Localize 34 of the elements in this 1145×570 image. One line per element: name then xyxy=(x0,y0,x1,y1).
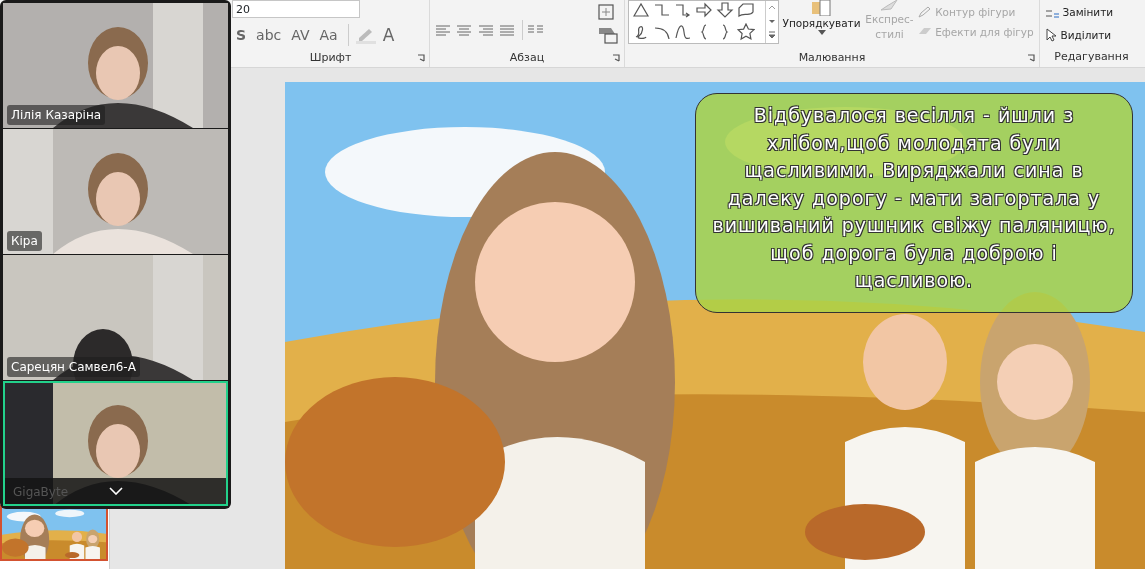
convert-smartart-icon[interactable] xyxy=(596,26,619,45)
font-format-button[interactable]: abc xyxy=(252,24,286,45)
connector-arrow-icon[interactable] xyxy=(673,1,692,19)
star-icon[interactable] xyxy=(736,23,755,41)
group-label: Абзац xyxy=(509,50,545,66)
dialog-launcher-icon[interactable] xyxy=(417,54,425,62)
video-tile[interactable]: Кіра xyxy=(3,129,228,254)
participant-name: Сарецян Самвел6-А xyxy=(7,357,140,377)
participant-name: Кіра xyxy=(7,231,42,251)
dialog-launcher-icon[interactable] xyxy=(1027,54,1035,62)
flowchart-shape-icon[interactable] xyxy=(736,1,755,19)
participant-name: Лілія Казаріна xyxy=(7,105,106,125)
dialog-launcher-icon[interactable] xyxy=(612,54,620,62)
select-button[interactable]: Виділити xyxy=(1042,25,1143,45)
triangle-icon[interactable] xyxy=(631,1,650,19)
group-label: Редагування xyxy=(1054,49,1129,66)
arrange-button[interactable]: Упорядкувати xyxy=(781,0,862,50)
group-label: Малювання xyxy=(798,50,866,66)
caption-text: Відбувалося весілля - йшли з хлібом,щоб молодята були щасливими. Виряджали сина в далеку дорогу - мати загортала у вишиваний рушник свіжу паляницю, щоб дорога була доброю і щасливою. xyxy=(695,93,1133,313)
font-color-button[interactable]: A xyxy=(378,24,399,45)
group-label: Шрифт xyxy=(309,50,352,66)
replace-button[interactable]: Замінити xyxy=(1042,2,1143,22)
font-size-field[interactable]: 20 xyxy=(232,0,360,18)
font-format-button[interactable]: Aa xyxy=(315,24,342,45)
right-arrow-icon[interactable] xyxy=(694,1,713,19)
cursor-icon xyxy=(1043,28,1058,42)
font-format-button[interactable]: AV xyxy=(287,24,314,45)
dropdown-caret-icon xyxy=(817,30,826,35)
font-format-button[interactable]: S xyxy=(232,24,251,45)
down-arrow-icon[interactable] xyxy=(715,1,734,19)
video-tile[interactable]: Сарецян Самвел6-А xyxy=(3,255,228,380)
pencil-icon xyxy=(918,6,933,18)
curve-icon[interactable] xyxy=(673,23,692,41)
video-tile[interactable]: Лілія Казаріна xyxy=(3,3,228,128)
